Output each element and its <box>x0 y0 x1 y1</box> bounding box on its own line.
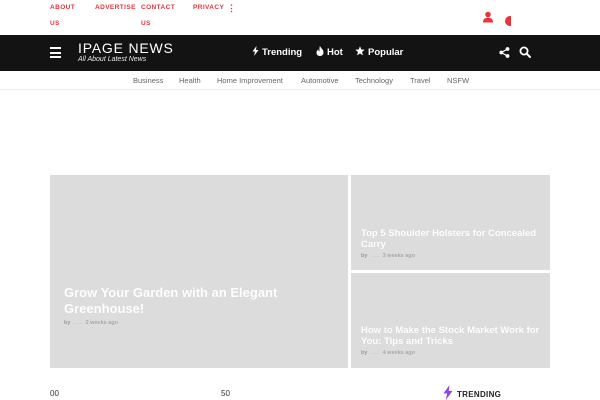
privacy-link[interactable]: PRIVACY <box>193 0 224 16</box>
hamburger-menu-icon[interactable] <box>50 47 61 58</box>
star-icon <box>355 46 365 56</box>
category-technology[interactable]: Technology <box>355 76 393 85</box>
side-card-2-author[interactable]: ...... <box>370 350 379 356</box>
category-nsfw[interactable]: NSFW <box>447 76 469 85</box>
user-icon[interactable] <box>482 11 494 23</box>
search-icon[interactable] <box>519 46 531 58</box>
side-card-2-time: 4 weeks ago <box>382 350 416 356</box>
bottom-count-mid: 50 <box>221 389 230 398</box>
category-health[interactable]: Health <box>179 76 201 85</box>
trending-label: TRENDING <box>457 390 502 399</box>
site-logo[interactable]: IPAGE NEWS <box>78 40 174 56</box>
category-travel[interactable]: Travel <box>410 76 431 85</box>
side-card-2-meta: by...... 4 weeks ago <box>361 350 415 356</box>
about-us-line1: ABOUT <box>50 4 76 11</box>
featured-main-time: 2 weeks ago <box>85 320 119 326</box>
featured-main-meta: by...... 2 weeks ago <box>64 320 118 326</box>
nav-trending[interactable]: Trending <box>252 46 302 58</box>
nav-popular-label: Popular <box>368 47 404 58</box>
share-icon[interactable] <box>499 47 510 58</box>
bolt-icon <box>252 46 259 56</box>
category-automotive[interactable]: Automotive <box>301 76 339 85</box>
advertise-link[interactable]: ADVERTISE <box>95 0 136 16</box>
bottom-count-left: 00 <box>50 389 59 398</box>
featured-main-author[interactable]: ...... <box>73 320 82 326</box>
side-card-2-title[interactable]: How to Make the Stock Market Work for Yo… <box>361 325 546 347</box>
trending-heading: TRENDING <box>443 385 501 400</box>
nav-hot[interactable]: Hot <box>316 46 343 58</box>
side-card-1-time: 3 weeks ago <box>382 253 416 259</box>
nav-hot-label: Hot <box>327 47 343 58</box>
category-business[interactable]: Business <box>133 76 163 85</box>
nav-trending-label: Trending <box>262 47 303 58</box>
contact-us-link[interactable]: CONTACT US <box>141 0 175 32</box>
contact-us-line1: CONTACT <box>141 4 176 11</box>
trending-bolt-icon <box>443 385 453 400</box>
privacy-label: PRIVACY <box>193 4 225 11</box>
advertise-label: ADVERTISE <box>95 4 136 11</box>
nav-popular[interactable]: Popular <box>355 46 403 58</box>
side-card-1-by: by <box>361 253 368 259</box>
site-tagline: All About Latest News <box>78 56 147 63</box>
category-home-improvement[interactable]: Home Improvement <box>217 76 283 85</box>
side-card-1[interactable]: Top 5 Shoulder Holsters for Concealed Ca… <box>351 175 550 270</box>
featured-main-card[interactable]: Grow Your Garden with an Elegant Greenho… <box>50 175 348 368</box>
side-card-1-author[interactable]: ...... <box>370 253 379 259</box>
flame-icon <box>316 46 324 56</box>
about-us-link[interactable]: ABOUT US <box>50 0 75 32</box>
about-us-line2: US <box>50 20 60 27</box>
side-card-2[interactable]: How to Make the Stock Market Work for Yo… <box>351 273 550 368</box>
side-card-2-by: by <box>361 350 368 356</box>
contact-us-line2: US <box>141 20 151 27</box>
featured-main-by: by <box>64 320 71 326</box>
side-card-1-meta: by...... 3 weeks ago <box>361 253 415 259</box>
main-header: IPAGE NEWS All About Latest News Trendin… <box>0 35 600 71</box>
featured-main-title[interactable]: Grow Your Garden with an Elegant Greenho… <box>64 285 334 317</box>
side-card-1-title[interactable]: Top 5 Shoulder Holsters for Concealed Ca… <box>361 228 541 250</box>
category-bar: Business Health Home Improvement Automot… <box>0 71 600 90</box>
notification-dot-icon[interactable] <box>505 16 511 26</box>
top-bar: ABOUT US ADVERTISE CONTACT US PRIVACY ⋮ <box>0 0 600 35</box>
page: ABOUT US ADVERTISE CONTACT US PRIVACY ⋮ … <box>0 0 600 400</box>
more-menu-icon[interactable]: ⋮ <box>227 4 236 13</box>
